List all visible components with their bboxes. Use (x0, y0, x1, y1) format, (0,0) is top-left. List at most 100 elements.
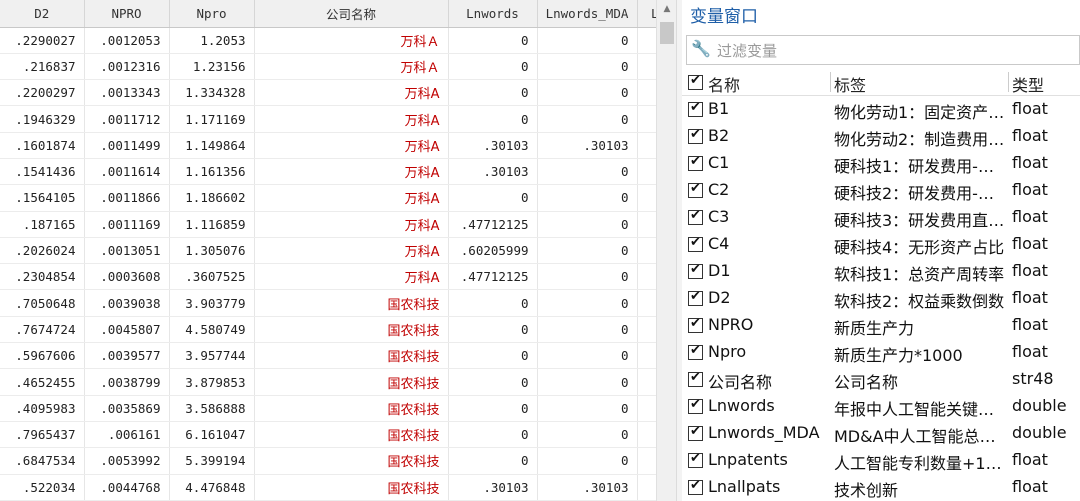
cell-d2[interactable]: .7965437 (0, 421, 85, 449)
cell-npro[interactable]: .0038799 (84, 368, 170, 396)
cell-lnwords[interactable]: 0 (448, 105, 538, 133)
cell-npro-scaled[interactable]: 1.305076 (169, 237, 255, 265)
vertical-scrollbar[interactable]: ▲ (656, 0, 676, 501)
table-row[interactable]: .7050648.0039038 3.903779 国农科技 0 0 (0, 289, 656, 317)
cell-company-name[interactable]: 国农科技 (254, 421, 449, 449)
variable-checkbox[interactable] (688, 370, 703, 387)
cell-lnwords[interactable]: 0 (448, 184, 538, 212)
cell-npro[interactable]: .0013343 (84, 79, 170, 107)
cell-company-name[interactable]: 万科A (254, 263, 449, 291)
cell-npro-scaled[interactable]: 1.171169 (169, 105, 255, 133)
cell-npro[interactable]: .0039038 (84, 289, 170, 317)
table-row[interactable]: .2304854.0003608.3607525 万科A .47712125 0 (0, 263, 656, 291)
table-row[interactable]: .7965437.006161 6.161047 国农科技 0 0 (0, 421, 656, 449)
variable-checkbox[interactable] (688, 235, 703, 252)
variable-checkbox[interactable] (688, 451, 703, 468)
variable-checkbox[interactable] (688, 208, 703, 225)
cell-npro[interactable]: .0053992 (84, 447, 170, 475)
cell-company-name[interactable]: 国农科技 (254, 474, 449, 501)
cell-npro-scaled[interactable]: 5.399194 (169, 447, 255, 475)
cell-d2[interactable]: .2304854 (0, 263, 85, 291)
cell-npro-scaled[interactable]: 3.903779 (169, 289, 255, 317)
cell-d2[interactable]: .1564105 (0, 184, 85, 212)
cell-d2[interactable]: .4652455 (0, 368, 85, 396)
cell-d2[interactable]: .6847534 (0, 447, 85, 475)
table-row[interactable]: .1601874.0011499 1.149864 万科A .30103.30103 (0, 132, 656, 159)
variable-row[interactable]: Lnwords 年报中人工智能关键词... double (682, 393, 1080, 420)
cell-d2[interactable]: .4095983 (0, 395, 85, 422)
cell-npro-scaled[interactable]: 3.879853 (169, 368, 255, 396)
column-header-company-name[interactable]: 公司名称 (254, 0, 449, 28)
cell-npro[interactable]: .0011712 (84, 105, 170, 133)
cell-d2[interactable]: .522034 (0, 474, 85, 501)
variable-checkbox[interactable] (688, 289, 703, 306)
cell-npro-scaled[interactable]: 3.957744 (169, 342, 255, 370)
cell-lnwords-mda[interactable]: 0 (537, 237, 638, 265)
table-row[interactable]: .4095983.0035869 3.586888 国农科技 0 0 (0, 395, 656, 422)
variable-row[interactable]: Lnallpats 技术创新 float (682, 474, 1080, 501)
column-header-lnwords-mda[interactable]: Lnwords_MDA (537, 0, 638, 28)
cell-company-name[interactable]: 万科A (254, 211, 449, 238)
variable-row[interactable]: 公司名称 公司名称 str48 (682, 366, 1080, 393)
cell-lnwords-mda[interactable]: 0 (537, 447, 638, 475)
cell-company-name[interactable]: 万科A (254, 79, 449, 107)
cell-lnwords[interactable]: 0 (448, 79, 538, 107)
filter-variables-input[interactable] (717, 40, 1067, 62)
cell-company-name[interactable]: 万科A (254, 158, 449, 186)
filter-box[interactable]: 🔧 (686, 35, 1080, 65)
cell-npro[interactable]: .0012316 (84, 53, 170, 81)
cell-d2[interactable]: .216837 (0, 53, 85, 81)
cell-ln[interactable] (637, 368, 656, 396)
cell-lnwords[interactable]: .30103 (448, 474, 538, 501)
header-separator[interactable] (830, 72, 831, 92)
cell-lnwords-mda[interactable]: 0 (537, 27, 638, 54)
cell-lnwords[interactable]: .30103 (448, 158, 538, 186)
cell-d2[interactable]: .5967606 (0, 342, 85, 370)
header-name[interactable]: 名称 (708, 72, 740, 96)
variable-checkbox[interactable] (688, 316, 703, 333)
table-row[interactable]: .1541436.0011614 1.161356 万科A .30103 0 (0, 158, 656, 186)
cell-lnwords[interactable]: 0 (448, 53, 538, 81)
cell-company-name[interactable]: 国农科技 (254, 316, 449, 344)
cell-d2[interactable]: .2290027 (0, 27, 85, 54)
cell-npro-scaled[interactable]: 4.580749 (169, 316, 255, 344)
cell-lnwords-mda[interactable]: 0 (537, 53, 638, 81)
cell-ln[interactable] (637, 474, 656, 501)
cell-company-name[interactable]: 万科A (254, 237, 449, 265)
cell-npro[interactable]: .0011866 (84, 184, 170, 212)
cell-ln[interactable] (637, 184, 656, 212)
cell-lnwords[interactable]: 0 (448, 368, 538, 396)
cell-lnwords[interactable]: .47712125 (448, 263, 538, 291)
cell-ln[interactable] (637, 211, 656, 238)
cell-company-name[interactable]: 国农科技 (254, 395, 449, 422)
cell-npro-scaled[interactable]: 4.476848 (169, 474, 255, 501)
scroll-up-arrow-icon[interactable]: ▲ (657, 4, 677, 18)
column-header-d2[interactable]: D2 (0, 0, 85, 28)
variable-checkbox[interactable] (688, 343, 703, 360)
cell-lnwords-mda[interactable]: 0 (537, 342, 638, 370)
cell-company-name[interactable]: 万科A (254, 132, 449, 159)
cell-company-name[interactable]: 国农科技 (254, 342, 449, 370)
variable-checkbox[interactable] (688, 181, 703, 198)
cell-lnwords-mda[interactable]: 0 (537, 421, 638, 449)
cell-ln[interactable] (637, 53, 656, 81)
variable-checkbox[interactable] (688, 127, 703, 144)
cell-lnwords[interactable]: 0 (448, 342, 538, 370)
cell-d2[interactable]: .7050648 (0, 289, 85, 317)
cell-npro-scaled[interactable]: 1.23156 (169, 53, 255, 81)
cell-lnwords-mda[interactable]: 0 (537, 289, 638, 317)
cell-company-name[interactable]: 国农科技 (254, 447, 449, 475)
table-row[interactable]: .1946329.0011712 1.171169 万科A 0 0 (0, 105, 656, 133)
cell-lnwords-mda[interactable]: 0 (537, 211, 638, 238)
cell-lnwords-mda[interactable]: 0 (537, 368, 638, 396)
variable-checkbox[interactable] (688, 424, 703, 441)
cell-lnwords[interactable]: 0 (448, 316, 538, 344)
cell-npro[interactable]: .0044768 (84, 474, 170, 501)
variable-row[interactable]: C2 硬科技2：研发费用-租... float (682, 177, 1080, 204)
cell-lnwords-mda[interactable]: .30103 (537, 474, 638, 501)
variable-row[interactable]: D2 软科技2：权益乘数倒数 float (682, 285, 1080, 312)
cell-npro[interactable]: .0012053 (84, 27, 170, 54)
cell-lnwords[interactable]: 0 (448, 27, 538, 54)
variable-checkbox[interactable] (688, 262, 703, 279)
cell-npro[interactable]: .0039577 (84, 342, 170, 370)
